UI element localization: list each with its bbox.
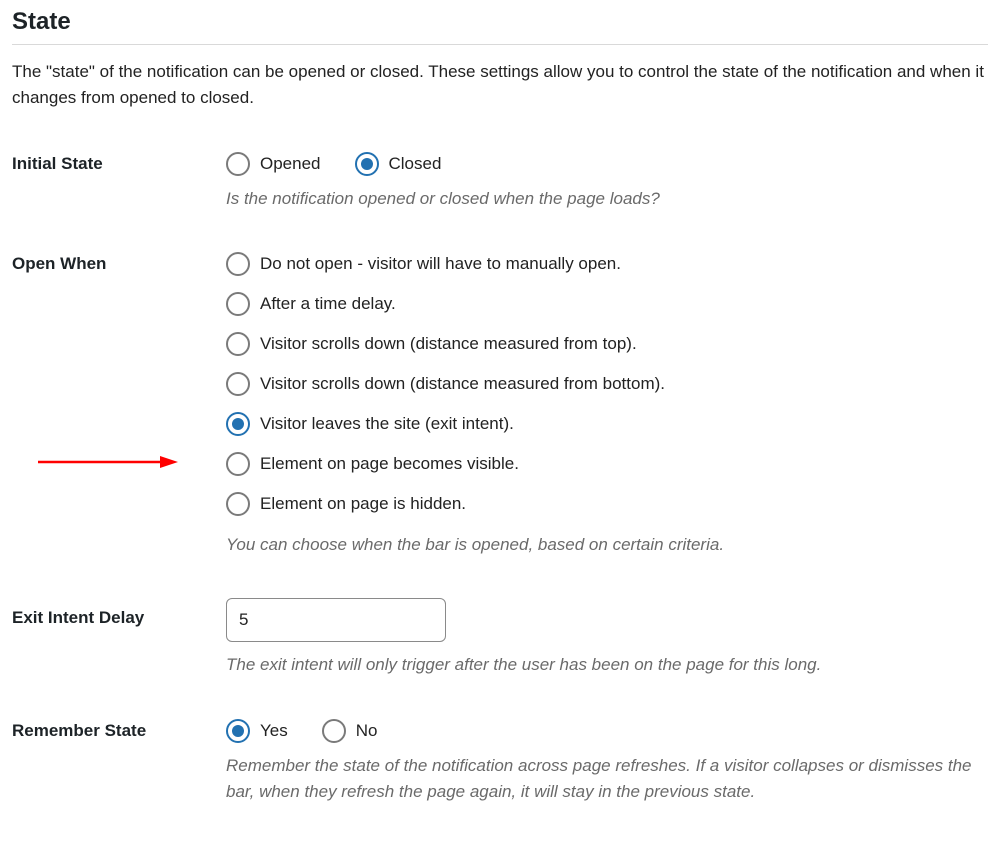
radio-label-open-when-5[interactable]: Element on page becomes visible. [260,454,519,474]
radio-label-closed[interactable]: Closed [389,154,442,174]
field-remember-state: Remember State Yes No Remember the state… [12,719,988,806]
helper-exit-intent-delay: The exit intent will only trigger after … [226,652,988,678]
radio-label-yes[interactable]: Yes [260,721,288,741]
field-label-initial-state: Initial State [12,152,226,174]
field-initial-state: Initial State Opened Closed Is the notif… [12,152,988,212]
radio-open-when-3[interactable] [226,372,250,396]
section-title: State [12,8,988,36]
radio-label-open-when-6[interactable]: Element on page is hidden. [260,494,466,514]
radio-label-open-when-0[interactable]: Do not open - visitor will have to manua… [260,254,621,274]
radio-label-no[interactable]: No [356,721,378,741]
section-rule [12,44,988,45]
field-exit-intent-delay: Exit Intent Delay The exit intent will o… [12,598,988,678]
radio-open-when-1[interactable] [226,292,250,316]
exit-intent-delay-input[interactable] [226,598,446,642]
helper-initial-state: Is the notification opened or closed whe… [226,186,988,212]
radio-label-open-when-2[interactable]: Visitor scrolls down (distance measured … [260,334,637,354]
field-open-when: Open When Do not open - visitor will hav… [12,252,988,558]
radio-remember-state-yes[interactable] [226,719,250,743]
radio-label-opened[interactable]: Opened [260,154,321,174]
field-label-open-when: Open When [12,252,226,274]
helper-remember-state: Remember the state of the notification a… [226,753,988,806]
radio-open-when-6[interactable] [226,492,250,516]
radio-initial-state-closed[interactable] [355,152,379,176]
radio-open-when-2[interactable] [226,332,250,356]
field-label-exit-intent-delay: Exit Intent Delay [12,598,226,628]
radio-label-open-when-4[interactable]: Visitor leaves the site (exit intent). [260,414,514,434]
radio-initial-state-opened[interactable] [226,152,250,176]
radio-open-when-0[interactable] [226,252,250,276]
radio-label-open-when-3[interactable]: Visitor scrolls down (distance measured … [260,374,665,394]
section-description: The "state" of the notification can be o… [12,59,988,112]
radio-label-open-when-1[interactable]: After a time delay. [260,294,396,314]
radio-open-when-4[interactable] [226,412,250,436]
field-label-remember-state: Remember State [12,719,226,741]
helper-open-when: You can choose when the bar is opened, b… [226,532,988,558]
radio-open-when-5[interactable] [226,452,250,476]
radio-remember-state-no[interactable] [322,719,346,743]
